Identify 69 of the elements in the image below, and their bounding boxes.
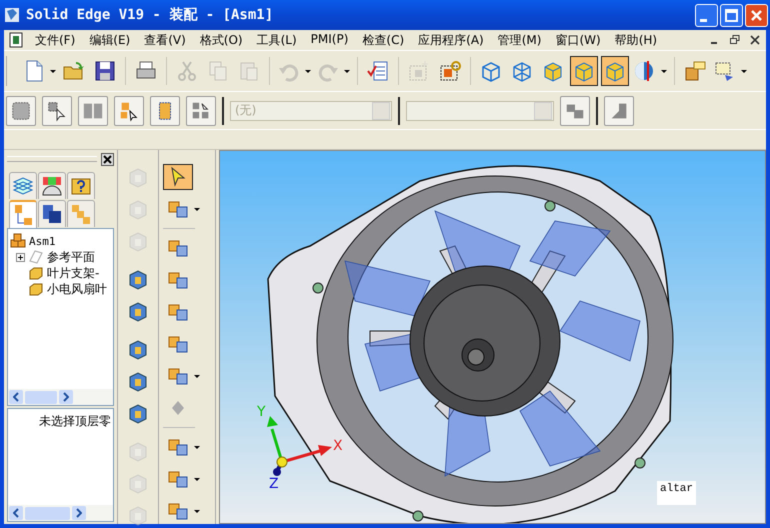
gauge-icon	[40, 174, 64, 198]
tree-item[interactable]: 参考平面	[47, 249, 95, 265]
horizontal-scrollbar[interactable]	[8, 389, 113, 405]
restore-icon[interactable]	[730, 35, 740, 45]
cubes-icon	[69, 202, 93, 226]
cube-spark-icon	[407, 59, 431, 83]
panel-tab[interactable]	[38, 172, 66, 199]
axis-triad-drawing	[267, 416, 332, 476]
menu-item[interactable]: 检查(C)	[355, 32, 412, 48]
maximize-button[interactable]	[720, 4, 743, 26]
toolbar-button[interactable]	[601, 56, 629, 86]
grip-handle[interactable]	[7, 156, 97, 162]
caret-icon[interactable]	[194, 478, 200, 480]
menu-item[interactable]: 应用程序(A)	[411, 32, 491, 48]
close-icon[interactable]	[750, 35, 760, 45]
minimize-button[interactable]	[695, 4, 718, 26]
plane-icon	[28, 249, 44, 265]
close-icon	[751, 10, 762, 20]
part-icon	[28, 265, 44, 281]
close-button[interactable]	[745, 4, 768, 26]
panel-tab[interactable]	[9, 200, 37, 228]
caret-icon[interactable]	[194, 374, 200, 378]
package-icon	[683, 59, 707, 83]
tree-item[interactable]: 小电风扇叶	[47, 281, 107, 297]
caret-icon[interactable]	[741, 70, 747, 72]
parts-stack-icon	[40, 202, 64, 226]
menu-item[interactable]: 工具(L)	[250, 32, 304, 48]
tree-item[interactable]: 叶片支架-	[47, 265, 100, 281]
horizontal-scrollbar[interactable]	[8, 505, 113, 521]
tree-item[interactable]: Asm1	[29, 234, 56, 248]
app-icon	[4, 7, 20, 23]
toolbar-button[interactable]	[570, 56, 598, 86]
expand-icon[interactable]	[16, 252, 25, 262]
toolbar-button[interactable]	[114, 96, 144, 126]
caret-icon[interactable]	[194, 446, 200, 448]
part-icon	[28, 281, 44, 297]
menu-item[interactable]: 窗口(W)	[548, 32, 608, 48]
z-axis-label: Z	[269, 476, 279, 492]
cube-link-icon	[438, 59, 462, 83]
caret-icon[interactable]	[50, 70, 56, 72]
panel-tab[interactable]	[38, 200, 66, 227]
menu-item[interactable]: 编辑(E)	[82, 32, 138, 48]
caret-icon[interactable]	[661, 70, 667, 72]
window-title: Solid Edge V19 - 装配 - [Asm1]	[26, 6, 274, 24]
minimize-icon	[700, 18, 707, 22]
close-icon[interactable]	[101, 152, 114, 166]
panel-tab[interactable]	[9, 172, 37, 199]
command-button[interactable]	[163, 164, 193, 190]
menu-item[interactable]: 文件(F)	[28, 32, 82, 48]
panel-tab[interactable]	[67, 172, 95, 199]
maximize-icon	[725, 8, 738, 22]
menu-item[interactable]: 帮助(H)	[608, 32, 664, 48]
y-axis-label: Y	[257, 404, 266, 420]
status-text: 未选择顶层零	[38, 413, 112, 430]
menu-item[interactable]: 格式(O)	[192, 32, 250, 48]
x-axis-label: X	[333, 438, 343, 454]
annotation-label: altar	[657, 481, 696, 505]
menu-item[interactable]: PMI(P)	[304, 32, 356, 48]
select-icon	[10, 100, 32, 122]
select-cursor-icon	[46, 100, 68, 122]
checklist-icon	[366, 59, 390, 83]
menu-item[interactable]: 管理(M)	[490, 32, 548, 48]
menu-item[interactable]: 查看(V)	[137, 32, 193, 48]
scissors-icon	[175, 59, 199, 83]
toolbar-button[interactable]	[42, 96, 72, 126]
caret-icon[interactable]	[194, 208, 200, 210]
caret-icon[interactable]	[194, 510, 200, 512]
assembly-icon	[10, 233, 26, 249]
document-icon[interactable]	[8, 32, 24, 48]
